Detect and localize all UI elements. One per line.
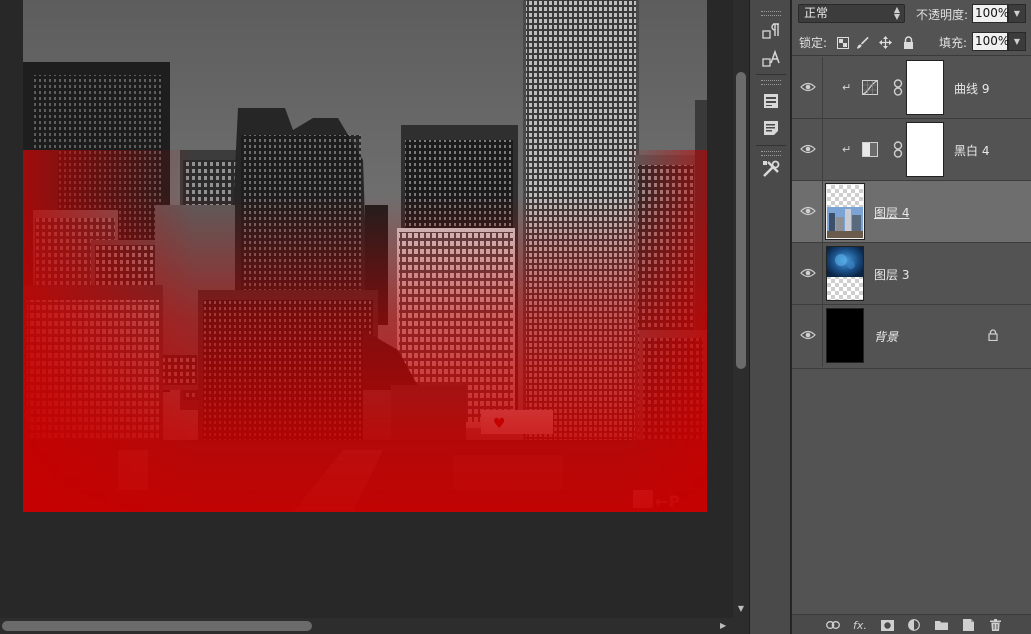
visibility-eye-icon[interactable] [800, 205, 816, 217]
layer-name[interactable]: 黑白 4 [954, 142, 989, 159]
dock-grip-2[interactable] [761, 80, 781, 85]
layer-list-empty-area[interactable] [792, 374, 1031, 614]
layer-mask-thumbnail[interactable] [906, 60, 944, 115]
layer-name[interactable]: 曲线 9 [954, 80, 989, 97]
layers-panel: 正常 ▲ ▼ 不透明度: 100% ▼ 锁定: 填充: 100% ▼ ↵ 曲线 … [791, 0, 1031, 634]
layer-thumbnail-black[interactable] [826, 308, 864, 363]
scroll-down-arrow-icon[interactable]: ▼ [736, 604, 746, 614]
visibility-eye-icon[interactable] [800, 81, 816, 93]
blend-mode-value: 正常 [804, 6, 829, 20]
add-mask-icon[interactable] [880, 619, 894, 631]
new-group-folder-icon[interactable] [934, 619, 948, 631]
lock-label: 锁定: [799, 36, 828, 50]
horizontal-scroll-thumb[interactable] [2, 621, 312, 631]
link-layers-icon[interactable] [826, 619, 840, 631]
visibility-eye-icon[interactable] [800, 143, 816, 155]
layer-row-black-white[interactable]: ↵ 黑白 4 [792, 119, 1031, 181]
lock-all-icon[interactable] [902, 36, 915, 49]
scroll-corner [733, 618, 749, 634]
blend-mode-select[interactable]: 正常 ▲ ▼ [798, 4, 905, 23]
layer-style-fx-icon[interactable]: fx. [853, 619, 867, 632]
layer-row-layer-4[interactable]: 图层 4 [792, 181, 1031, 243]
layer-row-curves[interactable]: ↵ 曲线 9 [792, 57, 1031, 119]
layer-comps-icon[interactable] [760, 90, 782, 112]
link-chain-icon[interactable] [893, 79, 903, 96]
layer-name[interactable]: 背景 [874, 328, 898, 345]
layer-mask-thumbnail[interactable] [906, 122, 944, 177]
layer-thumbnail-blue-cloud[interactable] [826, 246, 864, 301]
tool-presets-icon[interactable] [760, 158, 782, 180]
panel-dock-strip [749, 0, 791, 634]
fill-label: 填充: [939, 36, 968, 50]
new-layer-icon[interactable] [961, 619, 975, 631]
fill-dropdown-icon[interactable]: ▼ [1008, 32, 1026, 51]
layer-lock-icon [988, 329, 998, 341]
layer-name[interactable]: 图层 4 [874, 204, 909, 221]
dock-grip-3[interactable] [761, 151, 781, 156]
lock-row: 锁定: 填充: 100% ▼ [792, 28, 1031, 56]
layer-row-layer-3[interactable]: 图层 3 [792, 243, 1031, 305]
document-canvas[interactable]: ♥ ←P [23, 0, 707, 512]
blend-mode-spinner-icon: ▲ ▼ [893, 5, 900, 21]
layer-name[interactable]: 图层 3 [874, 266, 909, 283]
vertical-scrollbar[interactable]: ▼ [733, 0, 749, 618]
layers-bottom-toolbar: fx. [792, 614, 1031, 634]
opacity-label: 不透明度: [916, 8, 969, 22]
dock-grip[interactable] [761, 11, 781, 16]
paragraph-icon[interactable] [760, 21, 782, 43]
notes-icon[interactable] [760, 117, 782, 139]
blend-row: 正常 ▲ ▼ 不透明度: 100% ▼ [792, 0, 1031, 28]
link-chain-icon[interactable] [893, 141, 903, 158]
adjustment-layer-icon[interactable] [907, 619, 921, 631]
layer-list: ↵ 曲线 9 ↵ 黑白 4 图层 4 图层 3 背景 [792, 57, 1031, 374]
lock-transparent-pixels-icon[interactable] [836, 36, 849, 49]
clipping-arrow-icon: ↵ [842, 81, 852, 94]
curves-icon [862, 80, 878, 95]
visibility-eye-icon[interactable] [800, 329, 816, 341]
layer-thumbnail-city[interactable] [825, 183, 865, 240]
city-photo: ♥ ←P [23, 0, 707, 512]
lock-image-pixels-icon[interactable] [856, 36, 869, 49]
delete-layer-trash-icon[interactable] [988, 619, 1002, 631]
character-icon[interactable] [760, 48, 782, 70]
scroll-right-arrow-icon[interactable]: ▶ [720, 621, 730, 631]
layer-row-background[interactable]: 背景 [792, 305, 1031, 369]
visibility-eye-icon[interactable] [800, 267, 816, 279]
fill-field[interactable]: 100% [972, 32, 1009, 51]
canvas-area[interactable]: ♥ ←P [0, 0, 733, 618]
horizontal-scrollbar[interactable]: ▶ [0, 618, 733, 634]
black-white-icon [862, 142, 878, 157]
clipping-arrow-icon: ↵ [842, 143, 852, 156]
vertical-scroll-thumb[interactable] [736, 72, 746, 369]
opacity-dropdown-icon[interactable]: ▼ [1008, 4, 1026, 23]
opacity-field[interactable]: 100% [972, 4, 1009, 23]
lock-position-icon[interactable] [879, 36, 892, 49]
